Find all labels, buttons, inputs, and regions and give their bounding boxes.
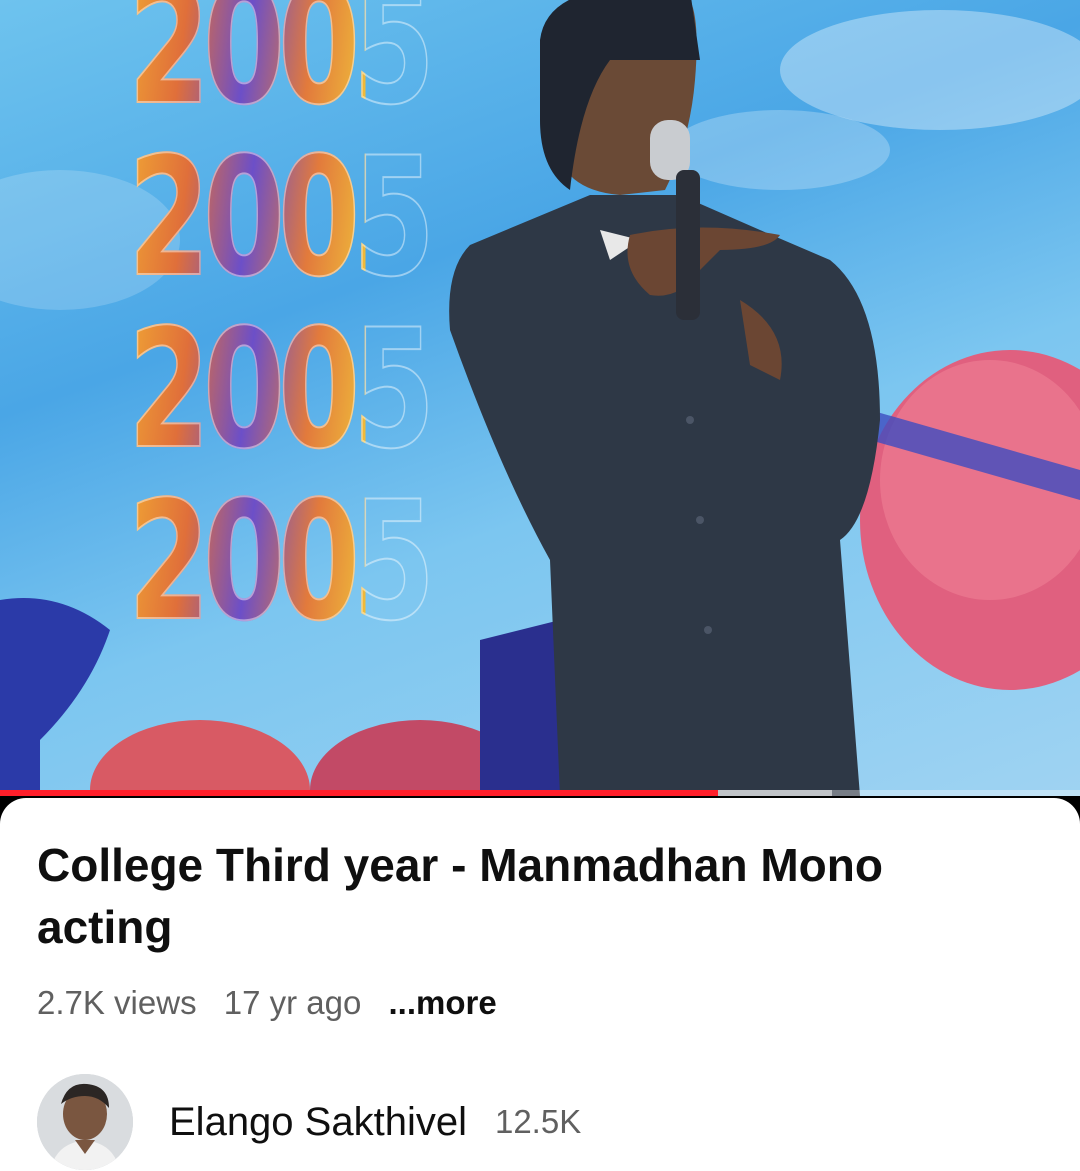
channel-name[interactable]: Elango Sakthivel: [169, 1100, 467, 1145]
more-link[interactable]: ...more: [389, 984, 497, 1021]
video-metadata[interactable]: 2.7K views 17 yr ago ...more: [37, 984, 515, 1022]
banner-year-text: 2005: [127, 0, 435, 133]
banner-year-text: 2005: [127, 466, 435, 657]
upload-age: 17 yr ago: [223, 984, 362, 1021]
banner-year-text: 2005: [127, 122, 435, 313]
video-progress-bar[interactable]: [0, 790, 1080, 796]
channel-avatar[interactable]: [37, 1074, 133, 1170]
avatar-icon: [37, 1074, 133, 1170]
video-info-panel: College Third year - Manmadhan Mono acti…: [0, 798, 1080, 1171]
channel-row[interactable]: Elango Sakthivel 12.5K: [37, 1074, 581, 1170]
progress-played: [0, 790, 719, 796]
subscriber-count: 12.5K: [494, 1103, 582, 1140]
view-count: 2.7K views: [37, 984, 197, 1021]
banner-year-text: 2005: [127, 294, 435, 485]
video-title[interactable]: College Third year - Manmadhan Mono acti…: [37, 834, 1027, 958]
video-player[interactable]: 2005 2005 2005 2005: [0, 0, 1080, 796]
stage-banner-years: 2005 2005 2005 2005: [127, 0, 458, 657]
